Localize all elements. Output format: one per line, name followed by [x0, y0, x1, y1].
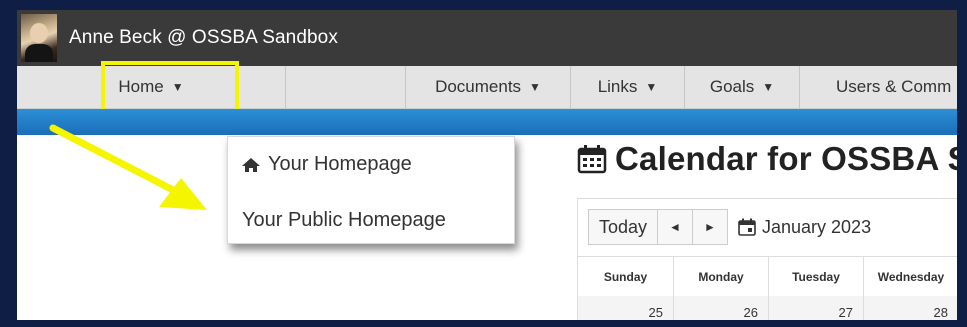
home-icon [242, 157, 260, 172]
menu-item-your-homepage[interactable]: Your Homepage [242, 153, 412, 176]
month-label: January 2023 [762, 216, 872, 237]
next-month-button[interactable]: ► [692, 209, 728, 245]
top-header-bar: Anne Beck @ OSSBA Sandbox [17, 10, 957, 66]
nav-links[interactable]: Links ▼ [571, 66, 685, 108]
date-cell[interactable]: 26 [674, 296, 769, 320]
calendar-small-icon [738, 218, 756, 236]
page-title: Calendar for OSSBA S [577, 140, 957, 178]
nav-links-label: Links [597, 77, 638, 96]
weekday-header: Sunday Monday Tuesday Wednesday [578, 256, 957, 298]
chevron-down-icon: ▼ [762, 80, 775, 94]
nav-documents[interactable]: Documents ▼ [406, 66, 571, 108]
weekday-monday: Monday [674, 257, 769, 297]
calendar-week-row: 25 26 27 28 [578, 296, 957, 320]
date-cell[interactable]: 25 [578, 296, 674, 320]
menu-item-label: Your Public Homepage [242, 209, 446, 231]
home-dropdown-menu: Your Homepage Your Public Homepage [227, 136, 515, 244]
calendar-icon [577, 145, 607, 174]
weekday-sunday: Sunday [578, 257, 674, 297]
date-cell[interactable]: 28 [864, 296, 957, 320]
chevron-down-icon: ▼ [645, 80, 658, 94]
month-picker[interactable]: January 2023 [738, 209, 871, 245]
nav-documents-label: Documents [435, 77, 522, 96]
weekday-tuesday: Tuesday [769, 257, 864, 297]
highlight-box [101, 61, 239, 113]
nav-users-label: Users & Comm [836, 77, 952, 96]
nav-goals-label: Goals [709, 77, 755, 96]
page-title-text: Calendar for OSSBA S [615, 140, 957, 177]
chevron-down-icon: ▼ [529, 80, 541, 94]
weekday-wednesday: Wednesday [864, 257, 957, 297]
calendar-panel: Today ◄ ► January 2023 Sunday Monday Tue… [577, 198, 957, 320]
site-title[interactable]: Anne Beck @ OSSBA Sandbox [69, 27, 338, 49]
nav-empty-slot [286, 66, 406, 108]
nav-users[interactable]: Users & Comm [800, 66, 957, 108]
app-window: Anne Beck @ OSSBA Sandbox Home ▼ Documen… [17, 10, 957, 320]
menu-item-label: Your Homepage [268, 153, 412, 175]
pointer-arrow-icon [49, 124, 207, 210]
user-avatar[interactable] [21, 14, 57, 62]
menu-item-your-public-homepage[interactable]: Your Public Homepage [242, 209, 446, 232]
date-cell[interactable]: 27 [769, 296, 864, 320]
nav-goals[interactable]: Goals ▼ [685, 66, 800, 108]
prev-month-button[interactable]: ◄ [657, 209, 693, 245]
today-button[interactable]: Today [588, 209, 658, 245]
